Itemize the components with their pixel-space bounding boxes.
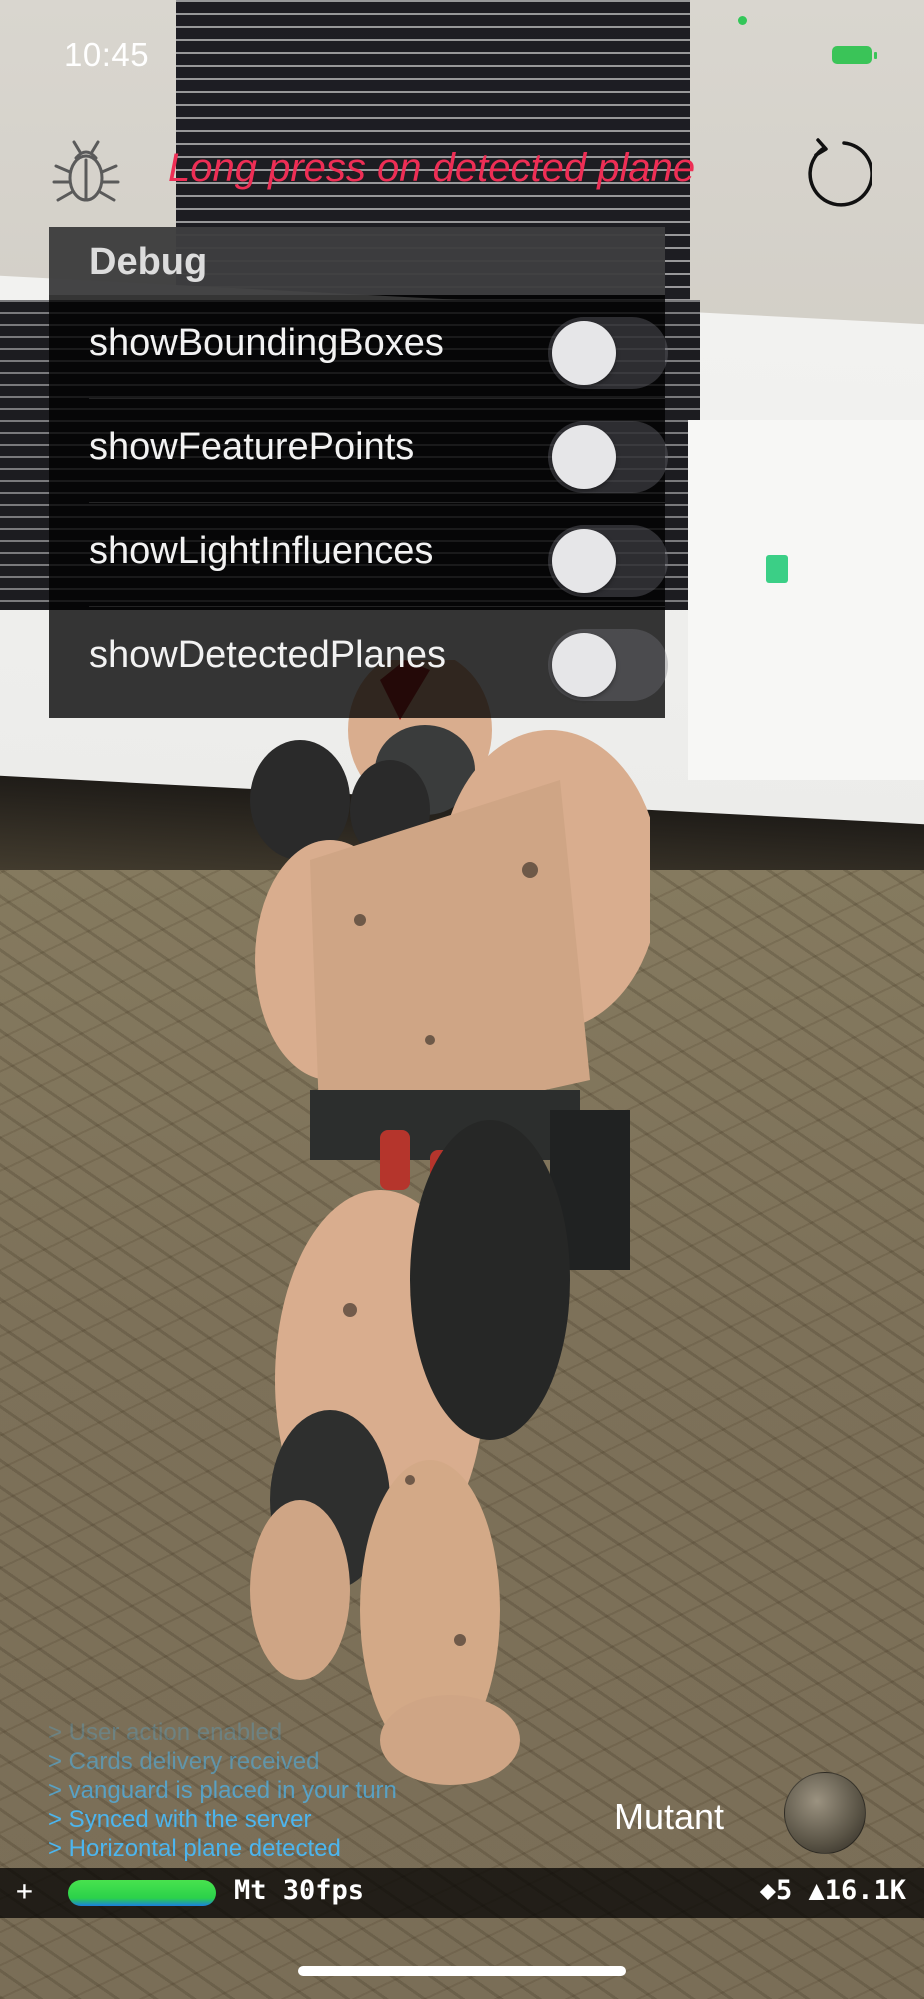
mode-label: Mutant: [614, 1796, 725, 1837]
node-stats: ◆5 ▲16.1K: [759, 1875, 906, 1906]
character-model-graphic: [250, 650, 660, 1785]
debug-option-label: showFeaturePoints: [89, 426, 415, 468]
stats-expand-button[interactable]: +: [16, 1874, 33, 1907]
log-line: > Horizontal plane detected: [48, 1835, 341, 1862]
bug-icon: [52, 140, 120, 202]
log-line: > Cards delivery received: [48, 1748, 320, 1775]
camera-indicator-dot: [738, 16, 747, 25]
toggle-knob: [552, 529, 616, 593]
debug-toggle-button[interactable]: [50, 138, 122, 206]
fps-text: Mt 30fps: [234, 1875, 365, 1906]
debug-option-show-feature-points: showFeaturePoints: [89, 399, 668, 503]
debug-option-label: showBoundingBoxes: [89, 322, 444, 364]
home-indicator[interactable]: [298, 1966, 626, 1976]
document-panel: [688, 420, 924, 780]
debug-option-show-bounding-boxes: showBoundingBoxes: [89, 295, 668, 399]
battery-icon: [832, 46, 877, 64]
toggle-show-feature-points[interactable]: [548, 421, 668, 493]
toggle-show-light-influences[interactable]: [548, 525, 668, 597]
document-icon: [766, 555, 788, 583]
toggle-show-bounding-boxes[interactable]: [548, 317, 668, 389]
debug-option-label: showLightInfluences: [89, 530, 434, 572]
toggle-show-detected-planes[interactable]: [548, 629, 668, 701]
debug-option-show-detected-planes: showDetectedPlanes: [89, 607, 668, 711]
debug-option-show-light-influences: showLightInfluences: [89, 503, 668, 607]
reload-icon: [808, 138, 874, 207]
fps-meter: [68, 1880, 216, 1906]
placement-hint: Long press on detected plane: [168, 146, 696, 190]
debug-panel: Debug showBoundingBoxes showFeaturePoint…: [49, 227, 668, 718]
character-model[interactable]: [230, 650, 660, 1790]
mode-switch-sphere[interactable]: [784, 1772, 866, 1854]
debug-header: Debug: [49, 227, 665, 295]
debug-option-label: showDetectedPlanes: [89, 634, 446, 676]
scenekit-stats-bar[interactable]: + Mt 30fps ◆5 ▲16.1K: [0, 1868, 924, 1918]
debug-title: Debug: [89, 241, 208, 283]
status-time: 10:45: [64, 36, 150, 73]
console-log: > User action enabled > Cards delivery r…: [48, 1718, 397, 1863]
toggle-knob: [552, 321, 616, 385]
log-line: > vanguard is placed in your turn: [48, 1777, 397, 1804]
log-line: > Synced with the server: [48, 1806, 312, 1833]
toggle-knob: [552, 633, 616, 697]
reset-button[interactable]: [800, 136, 874, 208]
toggle-knob: [552, 425, 616, 489]
log-line: > User action enabled: [48, 1719, 283, 1746]
